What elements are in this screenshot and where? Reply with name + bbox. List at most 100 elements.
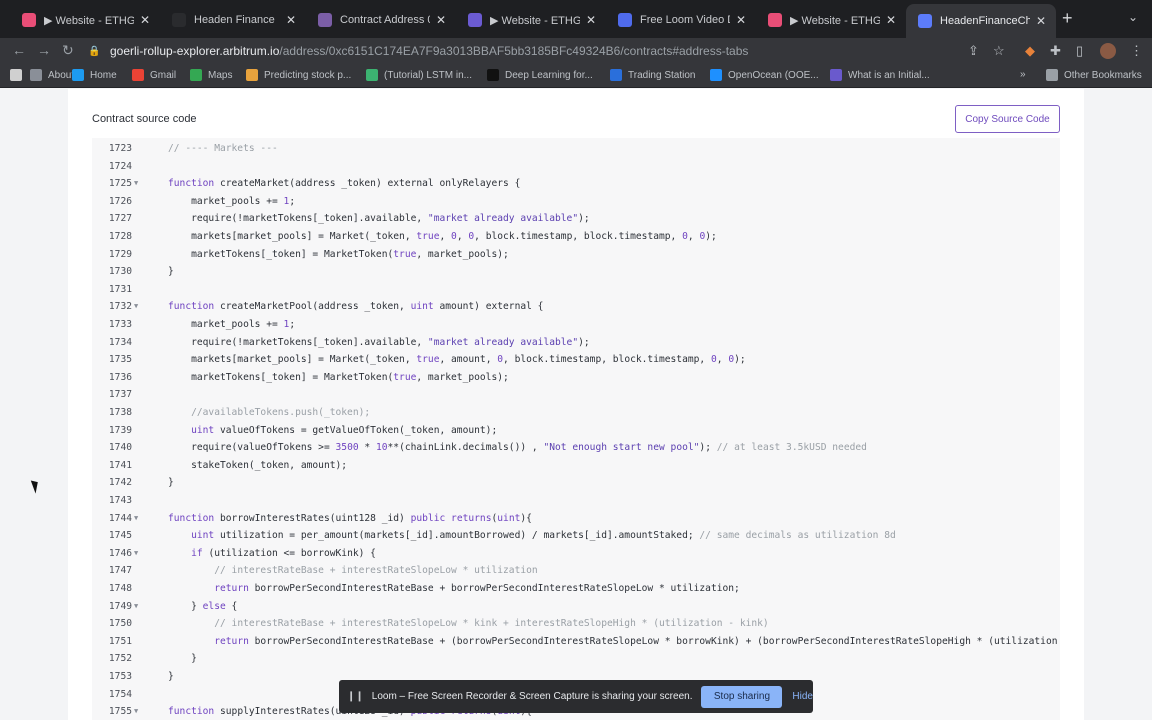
- page-content: Contract source code Copy Source Code 17…: [0, 89, 1152, 720]
- line-number: 1750: [108, 618, 132, 630]
- profile-avatar[interactable]: [1100, 43, 1116, 59]
- bookmark-favicon-icon: [30, 69, 42, 81]
- line-number: 1732: [108, 301, 132, 313]
- tab-title: Headen Finance: [194, 14, 275, 26]
- bookmark-favicon-icon: [487, 69, 499, 81]
- line-number: 1737: [108, 389, 132, 401]
- bookmark-item[interactable]: (Tutorial) LSTM in...: [366, 69, 472, 81]
- tab-favicon-icon: [768, 13, 782, 27]
- code-line: 1738 //availableTokens.push(_token);: [92, 404, 1060, 422]
- bookmark-item[interactable]: Trading Station: [610, 69, 695, 81]
- code-line: 1747 // interestRateBase + interestRateS…: [92, 562, 1060, 580]
- tab-favicon-icon: [918, 14, 932, 28]
- bookmark-item[interactable]: About: [30, 69, 74, 81]
- bookmark-favicon-icon: [72, 69, 84, 81]
- browser-tab[interactable]: ▶ Website - ETHGlob ✕: [756, 6, 906, 34]
- code-text: return borrowPerSecondInterestRateBase +…: [214, 635, 1058, 647]
- line-number: 1743: [108, 495, 132, 506]
- tab-title: ▶ Website - ETHGlob: [44, 14, 134, 27]
- back-button[interactable]: ←: [12, 42, 26, 58]
- code-line: 1752 }: [92, 650, 1060, 668]
- other-bookmarks-folder[interactable]: Other Bookmarks: [1046, 69, 1142, 81]
- code-text: stakeToken(_token, amount);: [168, 459, 348, 471]
- fold-chevron-icon[interactable]: ▼: [134, 545, 138, 563]
- bookmark-item[interactable]: What is an Initial...: [830, 69, 930, 81]
- forward-button[interactable]: →: [37, 42, 51, 58]
- close-tab-icon[interactable]: ✕: [886, 13, 896, 27]
- code-viewer[interactable]: 1723// ---- Markets --- 1724 1725 ▼ function…: [92, 138, 1060, 720]
- lock-icon: 🔒: [88, 46, 101, 57]
- browser-tab[interactable]: ▶ Website - ETHGlob ✕: [10, 6, 160, 34]
- line-number: 1739: [108, 424, 132, 436]
- bookmark-label: OpenOcean (OOE...: [728, 69, 819, 81]
- line-number: 1745: [108, 530, 132, 542]
- tab-favicon-icon: [318, 13, 332, 27]
- line-number: 1729: [108, 248, 132, 260]
- tab-favicon-icon: [468, 13, 482, 27]
- line-number: 1749: [108, 600, 132, 612]
- browser-tab[interactable]: HeadenFinanceChild ✕: [906, 4, 1056, 38]
- code-line: 1730}: [92, 263, 1060, 281]
- browser-menu-icon[interactable]: ⋮: [1130, 43, 1143, 59]
- fold-chevron-icon[interactable]: ▼: [134, 510, 138, 528]
- bookmark-favicon-icon: [610, 69, 622, 81]
- bookmark-item[interactable]: Home: [72, 69, 117, 81]
- code-line: 1723 // ---- Markets ---: [92, 140, 1060, 158]
- bookmark-item[interactable]: OpenOcean (OOE...: [710, 69, 819, 81]
- code-text: return borrowPerSecondInterestRateBase +…: [214, 583, 740, 594]
- tab-title: HeadenFinanceChild: [940, 15, 1030, 27]
- code-line: 1737: [92, 386, 1060, 404]
- line-number: 1740: [108, 442, 132, 454]
- fold-chevron-icon[interactable]: ▼: [134, 175, 138, 193]
- browser-tab[interactable]: ▶ Website - ETHGlob ✕: [456, 6, 606, 34]
- code-line: 1732 ▼ function createMarketPool(address _…: [92, 298, 1060, 316]
- metamask-extension-icon[interactable]: ◆: [1025, 43, 1035, 59]
- close-tab-icon[interactable]: ✕: [586, 13, 596, 27]
- bookmark-item[interactable]: [10, 69, 28, 81]
- tab-favicon-icon: [172, 13, 186, 27]
- close-tab-icon[interactable]: ✕: [140, 13, 150, 27]
- bookmark-item[interactable]: Gmail: [132, 69, 176, 81]
- bookmark-item[interactable]: Deep Learning for...: [487, 69, 593, 81]
- hide-button[interactable]: Hide: [792, 691, 813, 702]
- new-tab-button[interactable]: +: [1062, 8, 1073, 29]
- fold-chevron-icon[interactable]: ▼: [134, 598, 138, 616]
- bookmark-item[interactable]: Maps: [190, 69, 232, 81]
- close-tab-icon[interactable]: ✕: [736, 13, 746, 27]
- line-number: 1736: [108, 371, 132, 383]
- code-line: 1729 marketTokens[_token] = MarketToken(…: [92, 246, 1060, 264]
- code-line: 1734 require(!marketTokens[_token].avail…: [92, 334, 1060, 352]
- reload-button[interactable]: ↻: [62, 42, 74, 59]
- close-tab-icon[interactable]: ✕: [286, 13, 296, 27]
- bookmarks-more-button[interactable]: »: [1020, 69, 1026, 80]
- stop-sharing-button[interactable]: Stop sharing: [701, 685, 783, 708]
- code-line: 1744 ▼ function borrowInterestRates(uint12…: [92, 510, 1060, 528]
- bookmark-star-icon[interactable]: ☆: [993, 43, 1005, 59]
- browser-tab[interactable]: Free Loom Video Dow ✕: [606, 6, 756, 34]
- share-icon[interactable]: ⇪: [968, 43, 979, 59]
- code-line: 1735 markets[market_pools] = Market(_tok…: [92, 351, 1060, 369]
- side-panel-icon[interactable]: ▯: [1076, 43, 1083, 59]
- code-line: 1751 return borrowPerSecondInterestRateB…: [92, 633, 1060, 651]
- bookmark-item[interactable]: Predicting stock p...: [246, 69, 351, 81]
- url-path: /address/0xc6151C174EA7F9a3013BBAF5bb318…: [279, 44, 749, 58]
- code-text: uint valueOfTokens = getValueOfToken(_to…: [191, 424, 498, 436]
- bookmark-favicon-icon: [190, 69, 202, 81]
- tab-search-chevron-icon[interactable]: ⌄: [1128, 10, 1138, 24]
- close-tab-icon[interactable]: ✕: [436, 13, 446, 27]
- bookmark-favicon-icon: [10, 69, 22, 81]
- code-text: if (utilization <= borrowKink) {: [191, 547, 376, 559]
- fold-chevron-icon[interactable]: ▼: [134, 298, 138, 316]
- bookmark-label: What is an Initial...: [848, 69, 930, 81]
- close-tab-icon[interactable]: ✕: [1036, 14, 1046, 28]
- extensions-puzzle-icon[interactable]: ✚: [1050, 43, 1061, 59]
- bookmark-label: Gmail: [150, 69, 177, 81]
- browser-tab[interactable]: Contract Address 0x7 ✕: [306, 6, 456, 34]
- fold-chevron-icon[interactable]: ▼: [134, 703, 138, 720]
- copy-source-code-button[interactable]: Copy Source Code: [955, 105, 1060, 133]
- code-text: marketTokens[_token] = MarketToken(true,…: [168, 248, 509, 260]
- contract-source-title: Contract source code: [92, 113, 197, 125]
- address-bar[interactable]: 🔒 goerli-rollup-explorer.arbitrum.io/add…: [88, 40, 952, 62]
- browser-tab[interactable]: Headen Finance ✕: [160, 6, 306, 34]
- code-text: function borrowInterestRates(uint128 _id…: [168, 512, 532, 524]
